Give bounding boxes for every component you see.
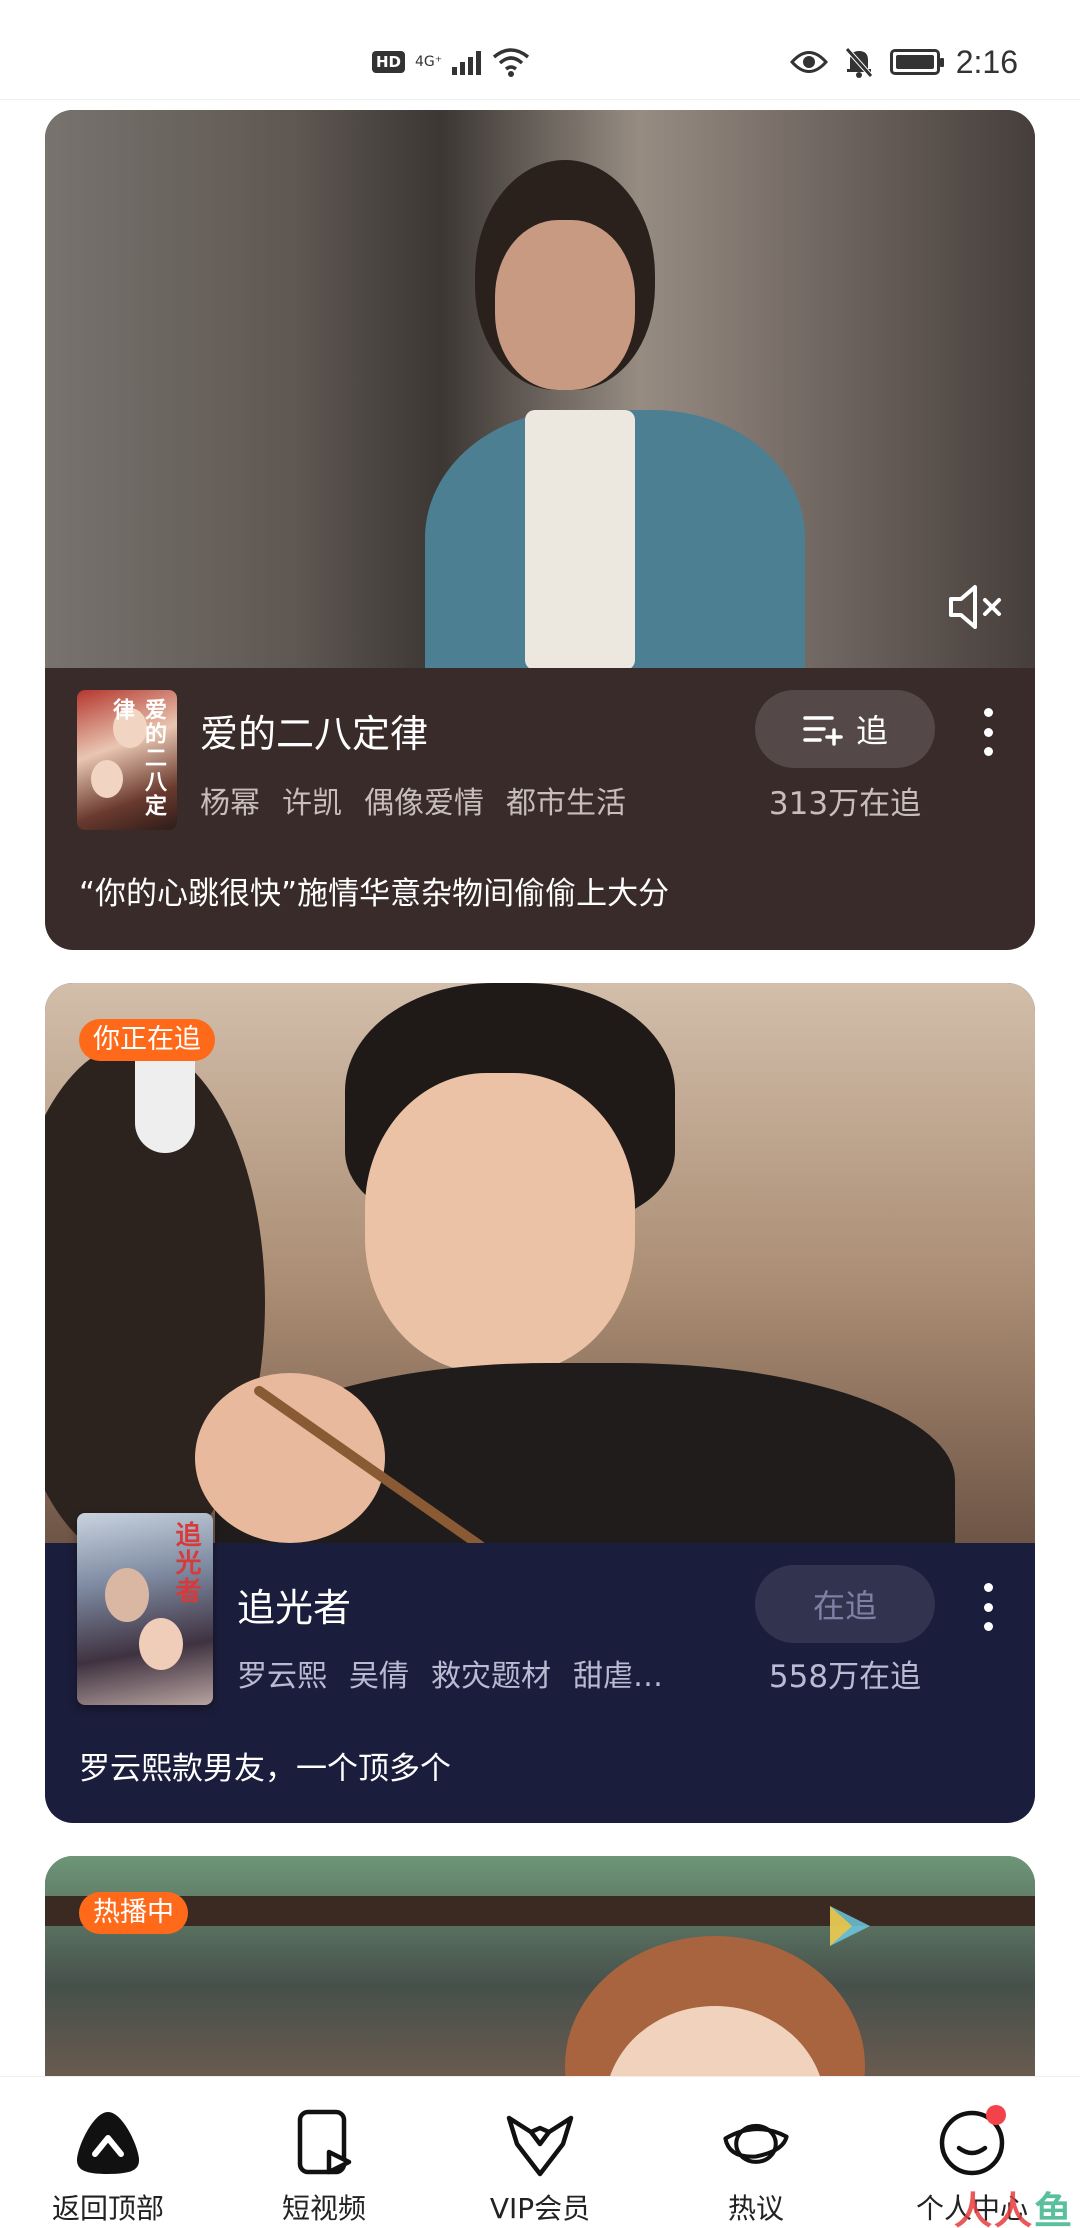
more-options-icon[interactable] <box>970 1579 1006 1635</box>
show-poster[interactable]: 追光者 <box>77 1513 213 1705</box>
short-video-icon <box>288 2107 360 2179</box>
back-to-top-icon <box>72 2107 144 2179</box>
feed-card[interactable]: 你正在追 追光者 追光者 罗云熙 吴倩 救灾题材 甜虐… 在追 558万在追 罗… <box>45 983 1035 1823</box>
status-badge: 你正在追 <box>79 1019 215 1061</box>
show-info-panel: 爱的二八定律 爱的二八定律 杨幂 许凯 偶像爱情 都市生活 追 313万在追 “… <box>45 668 1035 950</box>
status-bar: HD 4G⁺ 2:16 <box>0 0 1080 100</box>
network-type-label: 4G⁺ <box>415 54 443 70</box>
nav-label: 返回顶部 <box>51 2192 164 2225</box>
battery-icon <box>889 49 944 75</box>
vip-bowtie-icon <box>504 2107 576 2179</box>
nav-label: 热议 <box>727 2192 784 2225</box>
video-player-preview[interactable] <box>45 110 1035 668</box>
show-tagline[interactable]: “你的心跳很快”施情华意杂物间偷偷上大分 <box>79 868 669 913</box>
mute-toggle-icon[interactable] <box>943 575 1007 639</box>
hd-voice-badge: HD <box>372 51 406 73</box>
tag-item[interactable]: 甜虐… <box>573 1651 663 1695</box>
tag-item[interactable]: 偶像爱情 <box>364 778 484 822</box>
status-right-group: 2:16 <box>789 43 1018 80</box>
nav-short-video[interactable]: 短视频 <box>216 2077 432 2228</box>
show-tagline[interactable]: 罗云熙款男友，一个顶多个 <box>79 1743 451 1788</box>
show-tags: 杨幂 许凯 偶像爱情 都市生活 <box>200 778 626 822</box>
status-network-group: HD 4G⁺ <box>372 44 531 80</box>
follow-count: 558万在追 <box>768 1659 922 1695</box>
video-platform-logo-icon <box>830 1906 870 1946</box>
nav-back-to-top[interactable]: 返回顶部 <box>0 2077 216 2228</box>
nav-label: VIP会员 <box>489 2192 591 2225</box>
show-poster[interactable]: 爱的二八定律 <box>77 690 177 830</box>
cell-signal-icon <box>452 49 482 75</box>
add-to-list-icon <box>803 716 843 746</box>
following-button[interactable]: 在追 <box>755 1565 935 1643</box>
show-title[interactable]: 追光者 <box>237 1577 351 1632</box>
video-player-preview[interactable]: 你正在追 <box>45 983 1035 1543</box>
notification-dot <box>986 2105 1006 2125</box>
nav-label: 短视频 <box>281 2192 366 2225</box>
feed-card[interactable]: 爱的二八定律 爱的二八定律 杨幂 许凯 偶像爱情 都市生活 追 313万在追 “… <box>45 110 1035 950</box>
show-tags: 罗云熙 吴倩 救灾题材 甜虐… <box>237 1651 663 1695</box>
poster-title-text: 追光者 <box>171 1521 201 1605</box>
bell-muted-icon <box>844 47 873 78</box>
status-time: 2:16 <box>955 43 1018 80</box>
eye-comfort-icon <box>789 51 828 73</box>
watermark-logo: 人人鱼 <box>953 2189 1074 2228</box>
discussion-planet-icon <box>720 2107 792 2179</box>
bottom-navigation-bar: 返回顶部 短视频 VIP会员 热议 个人中心 <box>0 2076 1080 2228</box>
tag-item[interactable]: 都市生活 <box>506 778 626 822</box>
nav-discussion[interactable]: 热议 <box>648 2077 864 2228</box>
follow-button-label: 追 <box>855 712 888 750</box>
more-options-icon[interactable] <box>970 704 1006 760</box>
tag-item[interactable]: 杨幂 <box>200 778 260 822</box>
show-info-panel: 追光者 追光者 罗云熙 吴倩 救灾题材 甜虐… 在追 558万在追 罗云熙款男友… <box>45 1513 1035 1823</box>
status-badge: 热播中 <box>79 1892 188 1934</box>
tag-item[interactable]: 罗云熙 <box>237 1651 327 1695</box>
follow-count: 313万在追 <box>768 786 922 822</box>
tag-item[interactable]: 救灾题材 <box>431 1651 551 1695</box>
wifi-icon <box>493 48 530 77</box>
poster-title-text: 爱的二八定律 <box>109 698 166 818</box>
follow-button-label: 在追 <box>812 1587 877 1625</box>
nav-vip[interactable]: VIP会员 <box>432 2077 648 2228</box>
tag-item[interactable]: 许凯 <box>282 778 342 822</box>
follow-button[interactable]: 追 <box>755 690 935 768</box>
tag-item[interactable]: 吴倩 <box>349 1651 409 1695</box>
show-title[interactable]: 爱的二八定律 <box>200 703 428 758</box>
